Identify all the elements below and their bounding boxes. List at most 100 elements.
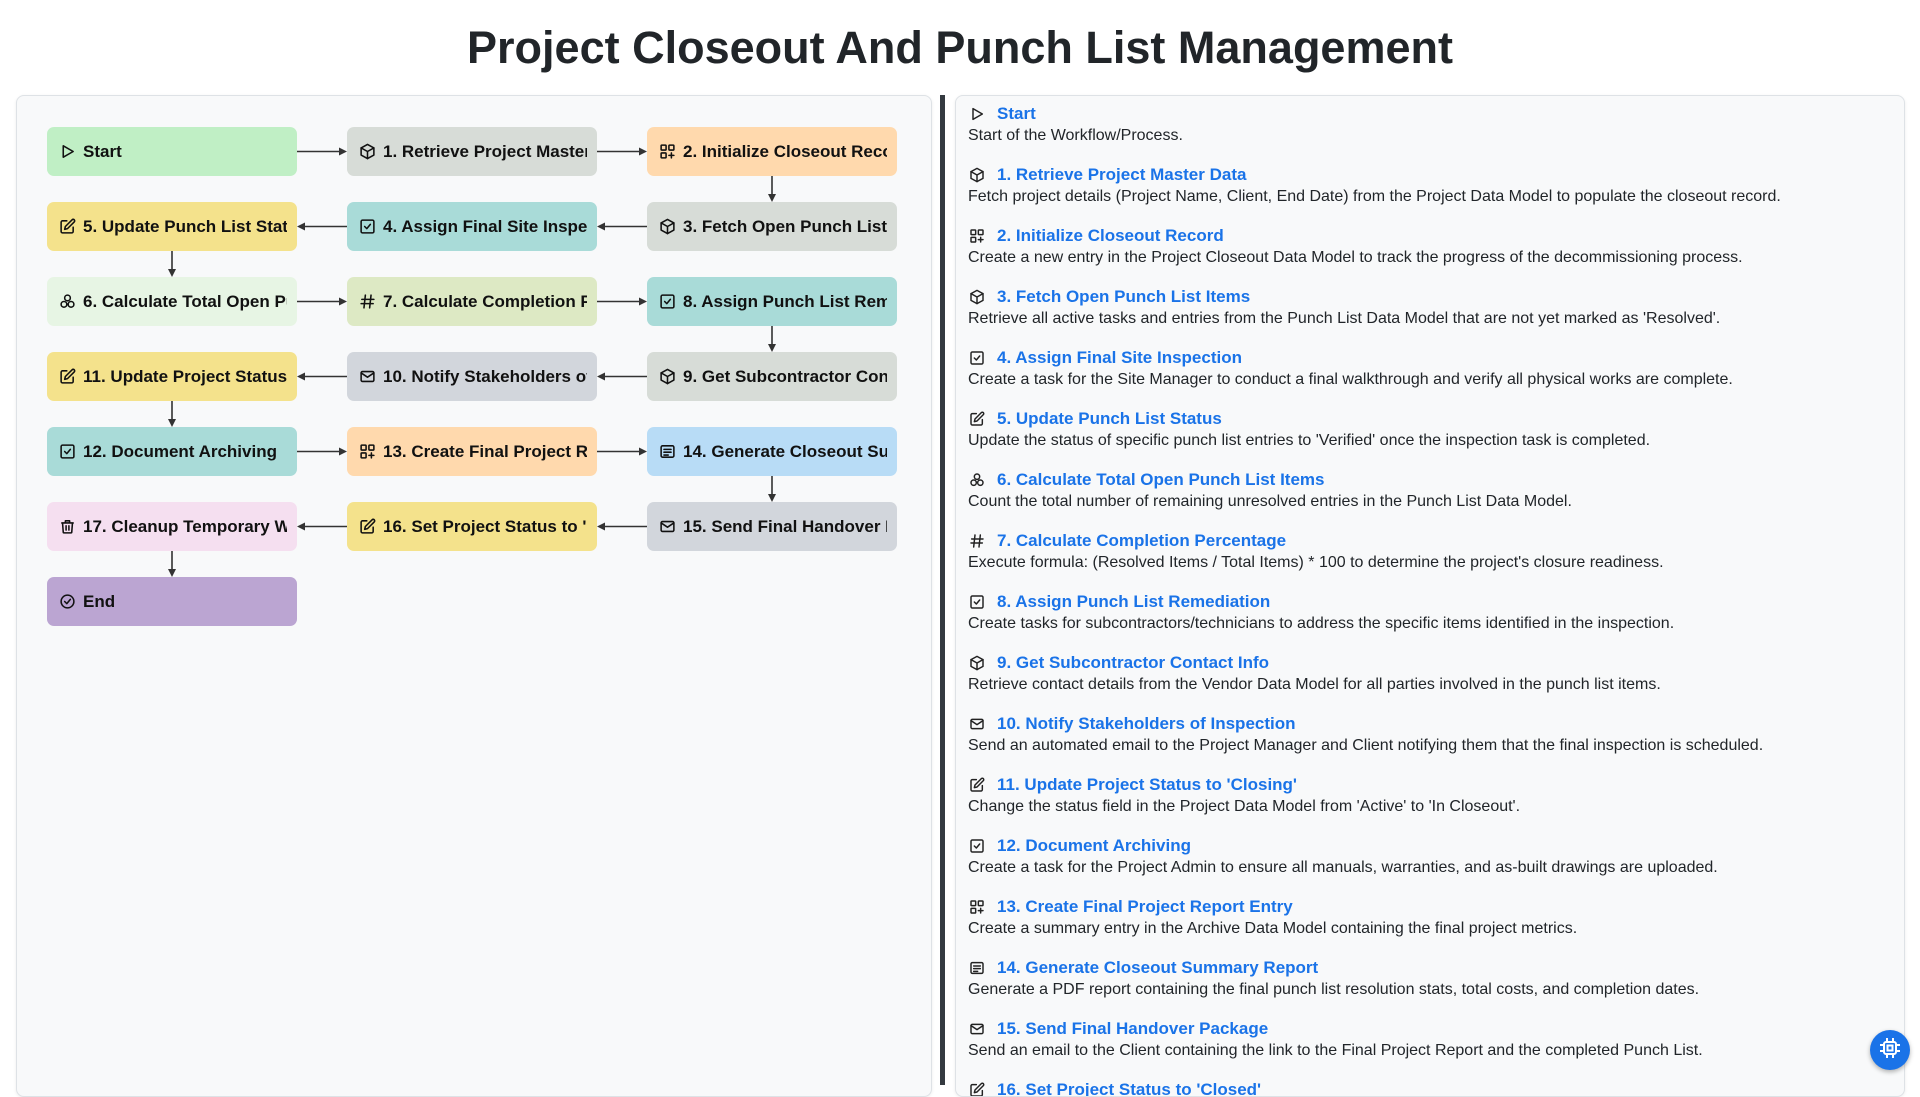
step-title-link[interactable]: 9. Get Subcontractor Contact Info	[997, 653, 1269, 673]
step-item: 1. Retrieve Project Master Data Fetch pro…	[968, 165, 1888, 206]
flow-node-label: Start	[83, 142, 122, 162]
flow-connector	[597, 523, 647, 531]
page-title: Project Closeout And Punch List Manageme…	[0, 22, 1920, 74]
cube-icon	[359, 143, 376, 160]
flow-node-3-fetch-open-punch-list-items[interactable]: 3. Fetch Open Punch List Items	[647, 202, 897, 251]
flow-node-16-set-project-status-to-closed[interactable]: 16. Set Project Status to 'Closed'	[347, 502, 597, 551]
steps-list: Start Start of the Workflow/Process. 1. Re…	[968, 104, 1888, 1097]
step-description: Fetch project details (Project Name, Cli…	[968, 188, 1888, 206]
cluster-icon	[59, 293, 76, 310]
step-header: 12. Document Archiving	[968, 836, 1888, 856]
flow-node-4-assign-final-site-inspection[interactable]: 4. Assign Final Site Inspection	[347, 202, 597, 251]
flow-node-13-create-final-project-report-entry[interactable]: 13. Create Final Project Report Entry	[347, 427, 597, 476]
step-description: Generate a PDF report containing the fin…	[968, 981, 1888, 999]
flow-node-label: 13. Create Final Project Report Entry	[383, 442, 587, 462]
flow-node-label: 9. Get Subcontractor Contact Info	[683, 367, 887, 387]
flow-node-label: 3. Fetch Open Punch List Items	[683, 217, 887, 237]
mail-icon	[968, 1021, 985, 1038]
step-item: 6. Calculate Total Open Punch List Items…	[968, 470, 1888, 511]
step-header: 2. Initialize Closeout Record	[968, 226, 1888, 246]
flow-connector	[168, 251, 176, 277]
flow-node-9-get-subcontractor-contact-info[interactable]: 9. Get Subcontractor Contact Info	[647, 352, 897, 401]
step-title-link[interactable]: 6. Calculate Total Open Punch List Items	[997, 470, 1324, 490]
step-description: Execute formula: (Resolved Items / Total…	[968, 554, 1888, 572]
check-circle-icon	[59, 593, 76, 610]
step-header: 8. Assign Punch List Remediation	[968, 592, 1888, 612]
step-description: Start of the Workflow/Process.	[968, 127, 1888, 145]
flow-node-start[interactable]: Start	[47, 127, 297, 176]
step-header: 5. Update Punch List Status	[968, 409, 1888, 429]
step-item: 14. Generate Closeout Summary Report Gene…	[968, 958, 1888, 999]
chip-icon	[1878, 1036, 1902, 1065]
flow-node-label: 14. Generate Closeout Summary Report	[683, 442, 887, 462]
step-header: 4. Assign Final Site Inspection	[968, 348, 1888, 368]
grid-plus-icon	[659, 143, 676, 160]
report-icon	[659, 443, 676, 460]
flow-node-17-cleanup-temporary-workspace[interactable]: 17. Cleanup Temporary Workspace	[47, 502, 297, 551]
grid-plus-icon	[359, 443, 376, 460]
flow-node-11-update-project-status-to-closing[interactable]: 11. Update Project Status to 'Closing'	[47, 352, 297, 401]
step-title-link[interactable]: Start	[997, 104, 1036, 124]
play-icon	[968, 106, 985, 123]
step-title-link[interactable]: 5. Update Punch List Status	[997, 409, 1222, 429]
mail-icon	[359, 368, 376, 385]
step-header: 11. Update Project Status to 'Closing'	[968, 775, 1888, 795]
play-icon	[59, 143, 76, 160]
step-title-link[interactable]: 12. Document Archiving	[997, 836, 1191, 856]
checkbox-icon	[659, 293, 676, 310]
step-title-link[interactable]: 2. Initialize Closeout Record	[997, 226, 1224, 246]
step-item: 4. Assign Final Site InspectionCreate a …	[968, 348, 1888, 389]
flow-node-end[interactable]: End	[47, 577, 297, 626]
step-title-link[interactable]: 8. Assign Punch List Remediation	[997, 592, 1270, 612]
step-title-link[interactable]: 3. Fetch Open Punch List Items	[997, 287, 1250, 307]
report-icon	[968, 960, 985, 977]
step-header: 6. Calculate Total Open Punch List Items	[968, 470, 1888, 490]
flow-connector	[297, 448, 347, 456]
step-title-link[interactable]: 16. Set Project Status to 'Closed'	[997, 1080, 1261, 1097]
assistant-button[interactable]	[1870, 1030, 1910, 1070]
flow-node-14-generate-closeout-summary-report[interactable]: 14. Generate Closeout Summary Report	[647, 427, 897, 476]
cluster-icon	[968, 472, 985, 489]
flow-node-label: 11. Update Project Status to 'Closing'	[83, 367, 287, 387]
flow-node-6-calculate-total-open-punch-list-items[interactable]: 6. Calculate Total Open Punch List Items	[47, 277, 297, 326]
step-description: Change the status field in the Project D…	[968, 798, 1888, 816]
flow-node-12-document-archiving[interactable]: 12. Document Archiving	[47, 427, 297, 476]
step-title-link[interactable]: 15. Send Final Handover Package	[997, 1019, 1268, 1039]
flow-node-10-notify-stakeholders-of-inspection[interactable]: 10. Notify Stakeholders of Inspection	[347, 352, 597, 401]
checkbox-icon	[359, 218, 376, 235]
flow-node-label: 4. Assign Final Site Inspection	[383, 217, 587, 237]
flow-node-label: 12. Document Archiving	[83, 442, 277, 462]
edit-icon	[359, 518, 376, 535]
flow-connector	[597, 148, 647, 156]
step-item: 8. Assign Punch List RemediationCreate t…	[968, 592, 1888, 633]
flow-node-label: End	[83, 592, 115, 612]
flow-node-label: 8. Assign Punch List Remediation	[683, 292, 887, 312]
flow-node-5-update-punch-list-status[interactable]: 5. Update Punch List Status	[47, 202, 297, 251]
flow-node-label: 10. Notify Stakeholders of Inspection	[383, 367, 587, 387]
step-item: 15. Send Final Handover Package Send an e…	[968, 1019, 1888, 1060]
step-title-link[interactable]: 13. Create Final Project Report Entry	[997, 897, 1293, 917]
edit-icon	[968, 1082, 985, 1097]
step-title-link[interactable]: 4. Assign Final Site Inspection	[997, 348, 1242, 368]
flow-connector	[768, 476, 776, 502]
step-item: 10. Notify Stakeholders of InspectionSen…	[968, 714, 1888, 755]
panel-divider[interactable]	[940, 95, 945, 1085]
flow-node-2-initialize-closeout-record[interactable]: 2. Initialize Closeout Record	[647, 127, 897, 176]
flow-connector	[768, 326, 776, 352]
flow-node-7-calculate-completion-percentage[interactable]: 7. Calculate Completion Percentage	[347, 277, 597, 326]
step-description: Send an email to the Client containing t…	[968, 1042, 1888, 1060]
step-title-link[interactable]: 11. Update Project Status to 'Closing'	[997, 775, 1297, 795]
step-title-link[interactable]: 10. Notify Stakeholders of Inspection	[997, 714, 1296, 734]
step-description: Retrieve all active tasks and entries fr…	[968, 310, 1888, 328]
flow-node-1-retrieve-project-master-data[interactable]: 1. Retrieve Project Master Data	[347, 127, 597, 176]
flow-node-8-assign-punch-list-remediation[interactable]: 8. Assign Punch List Remediation	[647, 277, 897, 326]
step-title-link[interactable]: 1. Retrieve Project Master Data	[997, 165, 1246, 185]
flow-connector	[297, 223, 347, 231]
step-title-link[interactable]: 14. Generate Closeout Summary Report	[997, 958, 1318, 978]
edit-icon	[59, 218, 76, 235]
step-header: 14. Generate Closeout Summary Report	[968, 958, 1888, 978]
hash-icon	[968, 533, 985, 550]
flow-connector	[597, 373, 647, 381]
flow-node-15-send-final-handover-package[interactable]: 15. Send Final Handover Package	[647, 502, 897, 551]
step-title-link[interactable]: 7. Calculate Completion Percentage	[997, 531, 1286, 551]
